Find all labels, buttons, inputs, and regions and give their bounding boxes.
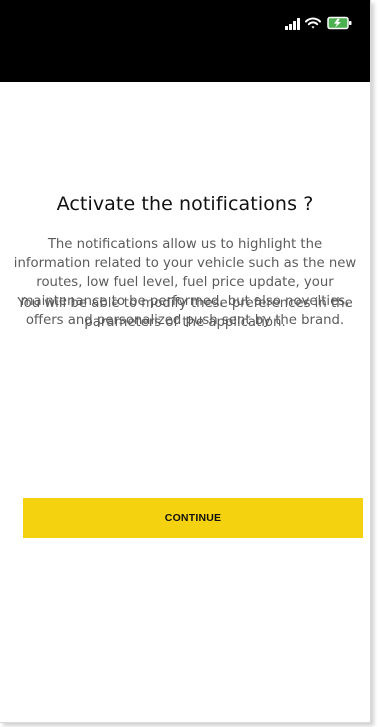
status-bar [0, 0, 370, 82]
wifi-icon [305, 17, 321, 29]
signal-icon [285, 18, 302, 30]
battery-charging-icon [327, 16, 352, 30]
dialog-title: Activate the notifications ? [56, 193, 314, 215]
phone-screen: Activate the notifications ? The notific… [0, 0, 371, 723]
continue-button[interactable]: CONTINUE [23, 498, 363, 538]
preferences-note: You will be able to modify these prefere… [17, 296, 353, 330]
notification-permission-screen: Activate the notifications ? The notific… [0, 82, 370, 722]
